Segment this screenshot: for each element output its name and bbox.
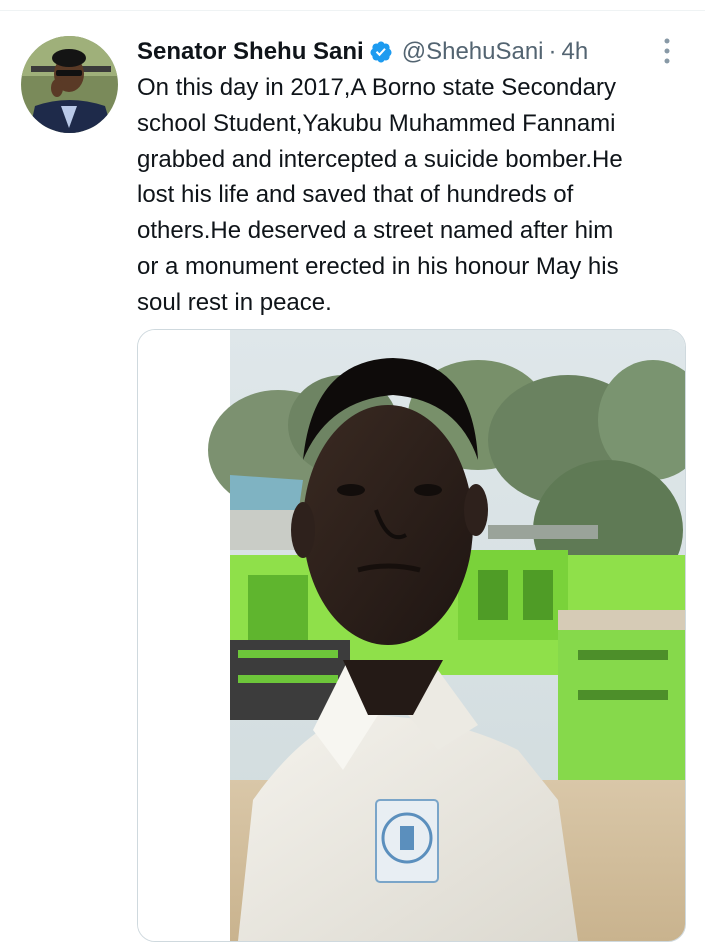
tweet-text-line: school Student,Yakubu Muhammed Fannami	[137, 109, 616, 137]
tweet-text-line: On this day in 2017,A Borno state Second…	[137, 74, 616, 101]
separator-dot: ·	[548, 38, 557, 65]
author-handle[interactable]: @ShehuSani	[402, 38, 544, 66]
tweet-text: On this day in 2017,A Borno state Second…	[137, 70, 687, 321]
tweet-text-line: grabbed and intercepted a suicide bomber…	[137, 145, 623, 173]
tweet-text-line: others.He deserved a street named after …	[137, 217, 614, 245]
more-options-icon[interactable]	[655, 36, 679, 66]
tweet-text-line: lost his life and saved that of hundreds…	[137, 181, 574, 209]
tweet-text-line: soul rest in peace.	[137, 288, 332, 316]
tweet-text-line: or a monument erected in his honour May …	[137, 252, 619, 280]
avatar[interactable]	[21, 36, 118, 133]
avatar-image	[21, 36, 118, 133]
tweet-header: Senator Shehu Sani @ShehuSani · 4h	[137, 34, 685, 70]
tweet-photo[interactable]	[137, 329, 686, 942]
author-name[interactable]: Senator Shehu Sani	[137, 38, 364, 66]
tweet-timestamp[interactable]: 4h	[562, 38, 589, 66]
verified-badge-icon	[369, 40, 393, 64]
photo-image	[138, 330, 685, 941]
divider	[0, 10, 705, 11]
tweet[interactable]: Senator Shehu Sani @ShehuSani · 4h On th…	[0, 0, 705, 942]
